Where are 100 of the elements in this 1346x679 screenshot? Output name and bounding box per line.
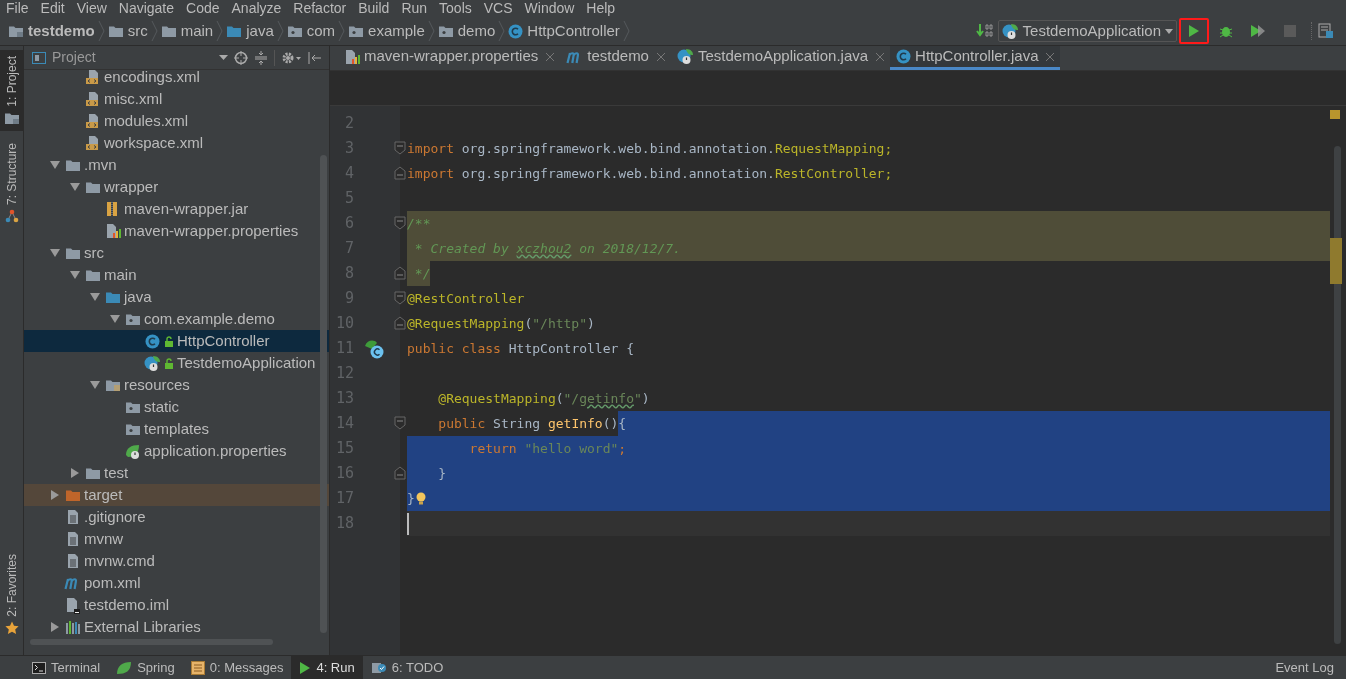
fold-icon[interactable] xyxy=(394,291,406,305)
close-icon[interactable] xyxy=(546,52,555,61)
breadcrumb[interactable]: testdemo xyxy=(8,19,95,43)
menu-item[interactable]: Analyze xyxy=(225,0,288,17)
tool-window-button[interactable]: 6: TODO xyxy=(362,655,452,679)
menu-item[interactable]: Navigate xyxy=(112,0,181,17)
sort-icon[interactable] xyxy=(975,23,994,39)
tree-item[interactable]: TestdemoApplication xyxy=(24,352,329,374)
tree-item[interactable]: mvnw.cmd xyxy=(24,550,329,572)
expanded-arrow-icon[interactable] xyxy=(50,249,60,257)
collapsed-arrow-icon[interactable] xyxy=(51,622,59,632)
run-config-dropdown[interactable]: TestdemoApplication xyxy=(997,20,1177,42)
menu-item[interactable]: Build xyxy=(352,0,396,17)
tree-item[interactable]: main xyxy=(24,264,329,286)
menu-item[interactable]: Tools xyxy=(433,0,478,17)
tree-item[interactable]: src xyxy=(24,242,329,264)
expanded-arrow-icon[interactable] xyxy=(50,161,60,169)
tree-item[interactable]: testdemo.iml xyxy=(24,594,329,616)
tool-window-tab[interactable]: 1: Project xyxy=(0,50,23,131)
lightbulb-icon[interactable] xyxy=(414,491,427,506)
project-structure-icon[interactable] xyxy=(1318,23,1334,39)
fold-icon[interactable] xyxy=(394,216,406,230)
fold-icon[interactable] xyxy=(394,316,406,330)
menu-item[interactable]: Window xyxy=(518,0,581,17)
class-icon xyxy=(896,49,912,64)
breadcrumb[interactable]: src xyxy=(107,19,148,43)
fold-icon[interactable] xyxy=(394,416,406,430)
project-view-icon xyxy=(32,51,46,64)
tree-item[interactable]: .gitignore xyxy=(24,506,329,528)
breadcrumb[interactable]: HttpController xyxy=(508,19,620,43)
tree-item[interactable]: static xyxy=(24,396,329,418)
tree-item[interactable]: HttpController xyxy=(24,330,329,352)
collapse-icon[interactable] xyxy=(254,50,268,65)
tool-window-tab[interactable]: 2: Favorites xyxy=(0,548,23,641)
tree-item[interactable]: test xyxy=(24,462,329,484)
run-button[interactable] xyxy=(1179,18,1209,44)
close-icon[interactable] xyxy=(876,52,885,61)
tree-item[interactable]: External Libraries xyxy=(24,616,329,638)
tool-window-button[interactable]: Terminal xyxy=(24,655,109,679)
locate-icon[interactable] xyxy=(234,50,248,65)
tree-item[interactable]: maven-wrapper.jar xyxy=(24,198,329,220)
tool-window-button[interactable]: 0: Messages xyxy=(182,655,292,679)
event-log-button[interactable]: Event Log xyxy=(1263,657,1346,678)
tree-item[interactable]: maven-wrapper.properties xyxy=(24,220,329,242)
breadcrumb[interactable]: main xyxy=(160,19,214,43)
tree-item[interactable]: .mvn xyxy=(24,154,329,176)
tool-window-button[interactable]: Spring xyxy=(108,655,183,679)
collapsed-arrow-icon[interactable] xyxy=(71,468,79,478)
tree-item[interactable]: pom.xml xyxy=(24,572,329,594)
breadcrumb[interactable]: com xyxy=(286,19,336,43)
close-icon[interactable] xyxy=(656,52,665,61)
code-token: { xyxy=(618,414,627,433)
tree-item[interactable]: misc.xml xyxy=(24,88,329,110)
editor-tab[interactable]: TestdemoApplication.java xyxy=(670,46,891,70)
tree-item[interactable]: wrapper xyxy=(24,176,329,198)
fold-icon[interactable] xyxy=(394,166,406,180)
scrollbar[interactable] xyxy=(320,155,327,633)
menu-item[interactable]: Code xyxy=(180,0,226,17)
settings-icon[interactable] xyxy=(281,50,301,65)
scrollbar[interactable] xyxy=(1334,146,1341,644)
editor-tab[interactable]: testdemo xyxy=(560,46,671,70)
expanded-arrow-icon[interactable] xyxy=(90,293,100,301)
expanded-arrow-icon[interactable] xyxy=(90,381,100,389)
tree-item[interactable]: templates xyxy=(24,418,329,440)
breadcrumb[interactable]: java xyxy=(226,19,274,43)
code-token: public xyxy=(407,339,454,358)
tree-item[interactable]: target xyxy=(24,484,329,506)
tree-item[interactable]: encodings.xml xyxy=(24,70,329,88)
expanded-arrow-icon[interactable] xyxy=(70,183,80,191)
tree-item[interactable]: resources xyxy=(24,374,329,396)
menu-item[interactable]: VCS xyxy=(477,0,519,17)
tree-item[interactable]: java xyxy=(24,286,329,308)
fold-icon[interactable] xyxy=(394,466,406,480)
highlight-marker[interactable] xyxy=(1330,238,1342,284)
close-icon[interactable] xyxy=(1046,52,1055,61)
tree-item[interactable]: modules.xml xyxy=(24,110,329,132)
menu-item[interactable]: Edit xyxy=(34,0,71,17)
tool-window-tab[interactable]: 7: Structure xyxy=(0,136,23,229)
hide-icon[interactable] xyxy=(307,50,321,65)
menu-item[interactable]: File xyxy=(0,0,35,17)
menu-item[interactable]: Run xyxy=(395,0,434,17)
expanded-arrow-icon[interactable] xyxy=(110,315,120,323)
menu-item[interactable]: View xyxy=(70,0,113,17)
tool-window-button[interactable]: 4: Run xyxy=(291,655,363,679)
tree-item[interactable]: com.example.demo xyxy=(24,308,329,330)
editor-tab[interactable]: HttpController.java xyxy=(890,46,1061,70)
tree-item[interactable]: application.properties xyxy=(24,440,329,462)
breadcrumb[interactable]: demo xyxy=(437,19,496,43)
fold-icon[interactable] xyxy=(394,141,406,155)
collapsed-arrow-icon[interactable] xyxy=(51,490,59,500)
menu-item[interactable]: Help xyxy=(580,0,622,17)
fold-icon[interactable] xyxy=(394,266,406,280)
warning-marker[interactable] xyxy=(1330,110,1340,119)
tree-item[interactable]: mvnw xyxy=(24,528,329,550)
caret-icon[interactable] xyxy=(219,55,228,60)
expanded-arrow-icon[interactable] xyxy=(70,271,80,279)
menu-item[interactable]: Refactor xyxy=(287,0,353,17)
tree-item[interactable]: workspace.xml xyxy=(24,132,329,154)
editor-tab[interactable]: maven-wrapper.properties xyxy=(338,46,561,70)
breadcrumb[interactable]: example xyxy=(348,19,425,43)
